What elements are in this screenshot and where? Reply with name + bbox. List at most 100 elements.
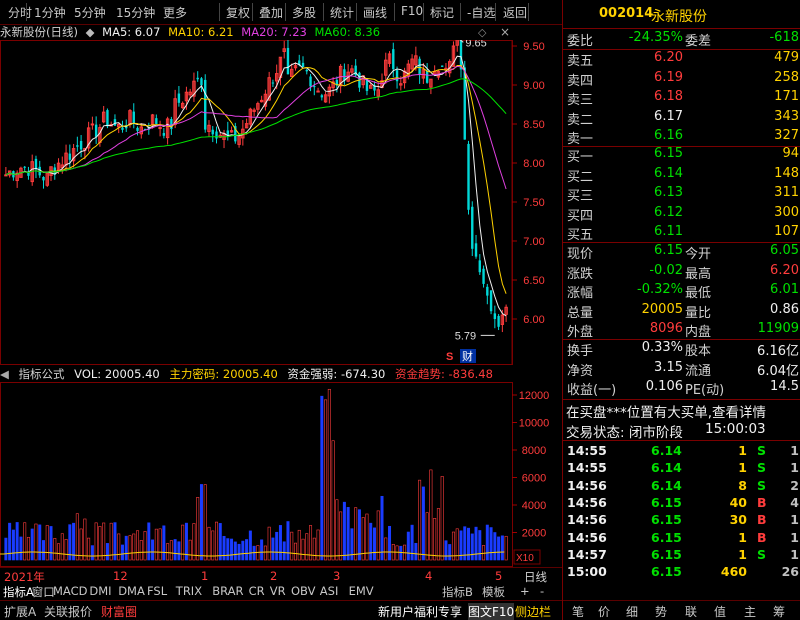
candle-body — [106, 110, 109, 127]
notice-row[interactable]: 在买盘***位置有大买单,查看详情 — [563, 401, 800, 421]
indicator-right-3[interactable]: - — [540, 584, 544, 598]
ask-volume: 479 — [774, 50, 799, 65]
tick-count: 1 — [790, 529, 799, 545]
volume-bar — [324, 399, 328, 561]
toolbar-item-0[interactable]: 分时 — [8, 4, 32, 21]
s-marker[interactable]: S — [446, 351, 453, 363]
indicator-tab-4[interactable]: DMA — [118, 584, 145, 598]
tick-direction: B — [757, 512, 767, 528]
bid-volume: 300 — [774, 204, 799, 220]
volume-bar — [98, 526, 102, 561]
tick-price: 6.15 — [651, 512, 682, 528]
indicator-title[interactable]: 指标公式 — [19, 367, 65, 381]
bid-volume: 94 — [782, 146, 799, 161]
toolbar-item-2[interactable]: 5分钟 — [74, 4, 106, 21]
candle-body — [211, 129, 214, 135]
volume-bar — [94, 522, 98, 561]
tick-direction: S — [757, 546, 767, 562]
toolbar-item-4[interactable]: 更多 — [163, 4, 187, 21]
chart-diamond-icon[interactable]: ◇ — [478, 26, 486, 39]
chart-close-icon[interactable]: × — [500, 25, 510, 39]
indicator-tab-11[interactable]: ASI — [320, 584, 339, 598]
status-item-0[interactable]: 扩展A — [4, 603, 36, 620]
candle-body — [158, 127, 162, 130]
tick-direction: S — [757, 477, 767, 493]
indicator-tab-3[interactable]: DMI — [89, 584, 111, 598]
toolbar-item-10[interactable]: F10 — [401, 4, 423, 18]
indicator-tab-2[interactable]: MACD — [53, 584, 87, 598]
stock-title[interactable]: 永新股份(日线) — [0, 25, 78, 39]
volume-bar — [241, 540, 245, 561]
price-axis-label: 8.00 — [523, 158, 544, 170]
indicator-right-0[interactable]: 指标B — [442, 584, 473, 600]
volume-bar — [395, 545, 399, 561]
volume-bar — [169, 540, 173, 561]
indicator-tab-5[interactable]: FSL — [147, 584, 167, 598]
volume-bar — [23, 522, 27, 561]
toolbar-item-7[interactable]: 多股 — [292, 4, 316, 21]
indicator-tab-9[interactable]: VR — [270, 584, 286, 598]
fund-row: 收益(一) 0.106 PE(动) 14.5 — [563, 379, 800, 399]
candle-body — [305, 69, 308, 72]
ma10-line — [5, 65, 507, 294]
toolbar-item-5[interactable]: 复权 — [226, 4, 250, 21]
trade-state: 交易状态: 闭市阶段 — [566, 425, 683, 441]
toolbar-item-1[interactable]: 1分钟 — [34, 4, 66, 21]
volume-bar — [342, 501, 346, 561]
indicator-tab-6[interactable]: TRIX — [176, 584, 202, 598]
tick-count: 1 — [790, 512, 799, 528]
toolbar-item-13[interactable]: 返回 — [503, 4, 527, 21]
volume-bar — [335, 499, 339, 561]
stat-value: 6.05 — [770, 243, 799, 258]
sidebar-toggle[interactable]: 侧边栏 — [515, 603, 551, 620]
volume-bar — [478, 530, 482, 561]
fund-value: 6.04亿 — [757, 363, 799, 379]
candlestick-chart[interactable]: 9.50 9.00 8.50 8.00 7.50 7.00 6.50 6.00 9.65 5.79… — [0, 40, 562, 365]
indicator-header: ◀ 指标公式 VOL: 20005.40 主力密码: 20005.40 资金强弱… — [0, 366, 499, 382]
indicator-right-1[interactable]: 模板 — [482, 584, 505, 600]
candle-body — [497, 315, 500, 327]
tick-direction: B — [757, 494, 767, 510]
status-item-2[interactable]: 财富圈 — [101, 603, 137, 620]
volume-bar — [301, 538, 305, 561]
indicator-tab-10[interactable]: OBV — [291, 584, 315, 598]
volume-bar — [230, 538, 234, 561]
candle-body — [4, 174, 8, 177]
toolbar-item-12[interactable]: -自选 — [467, 4, 495, 21]
settings-icon[interactable]: ◆ — [86, 25, 95, 39]
indicator-tab-12[interactable]: EMV — [349, 584, 374, 598]
status-item-1[interactable]: 关联报价 — [44, 603, 92, 620]
volume-bar — [128, 535, 132, 561]
volume-bar — [72, 522, 76, 561]
price-axis-label: 9.50 — [523, 41, 544, 53]
indicator-right-2[interactable]: + — [520, 584, 530, 598]
indicator-tab-7[interactable]: BRAR — [212, 584, 243, 598]
indicator-tab-0[interactable]: 指标A — [3, 584, 34, 600]
volume-bar — [105, 543, 109, 561]
volume-bar — [436, 508, 440, 561]
toolbar-item-3[interactable]: 15分钟 — [116, 4, 155, 21]
volume-bar — [331, 440, 335, 561]
fund-value: 14.5 — [770, 379, 799, 394]
tuwen-f10[interactable]: 图文F10 — [468, 603, 515, 620]
cai-marker[interactable]: 财 — [462, 349, 473, 363]
stat-value: 8096 — [649, 321, 683, 336]
volume-chart[interactable]: 12000 10000 8000 6000 4000 2000 X10 — [0, 382, 562, 567]
volume-bar — [4, 537, 8, 561]
indicator-tab-1[interactable]: 窗口 — [32, 584, 55, 600]
date-label: 12 — [113, 569, 128, 583]
indicator-tab-8[interactable]: CR — [249, 584, 265, 598]
candle-body — [471, 206, 474, 249]
volume-bar — [83, 518, 87, 561]
candle-body — [200, 78, 203, 86]
toolbar-item-8[interactable]: 统计 — [330, 4, 354, 21]
toolbar-item-11[interactable]: 标记 — [430, 4, 454, 21]
toolbar-item-6[interactable]: 叠加 — [259, 4, 283, 21]
fund-label: 股本 — [685, 344, 712, 359]
collapse-icon[interactable]: ◀ — [0, 367, 9, 381]
candle-body — [177, 93, 181, 103]
volume-bar — [388, 525, 392, 561]
tick-time: 14:57 — [567, 546, 607, 562]
promo-link[interactable]: 新用户福利专享 — [378, 603, 462, 620]
toolbar-item-9[interactable]: 画线 — [363, 4, 387, 21]
